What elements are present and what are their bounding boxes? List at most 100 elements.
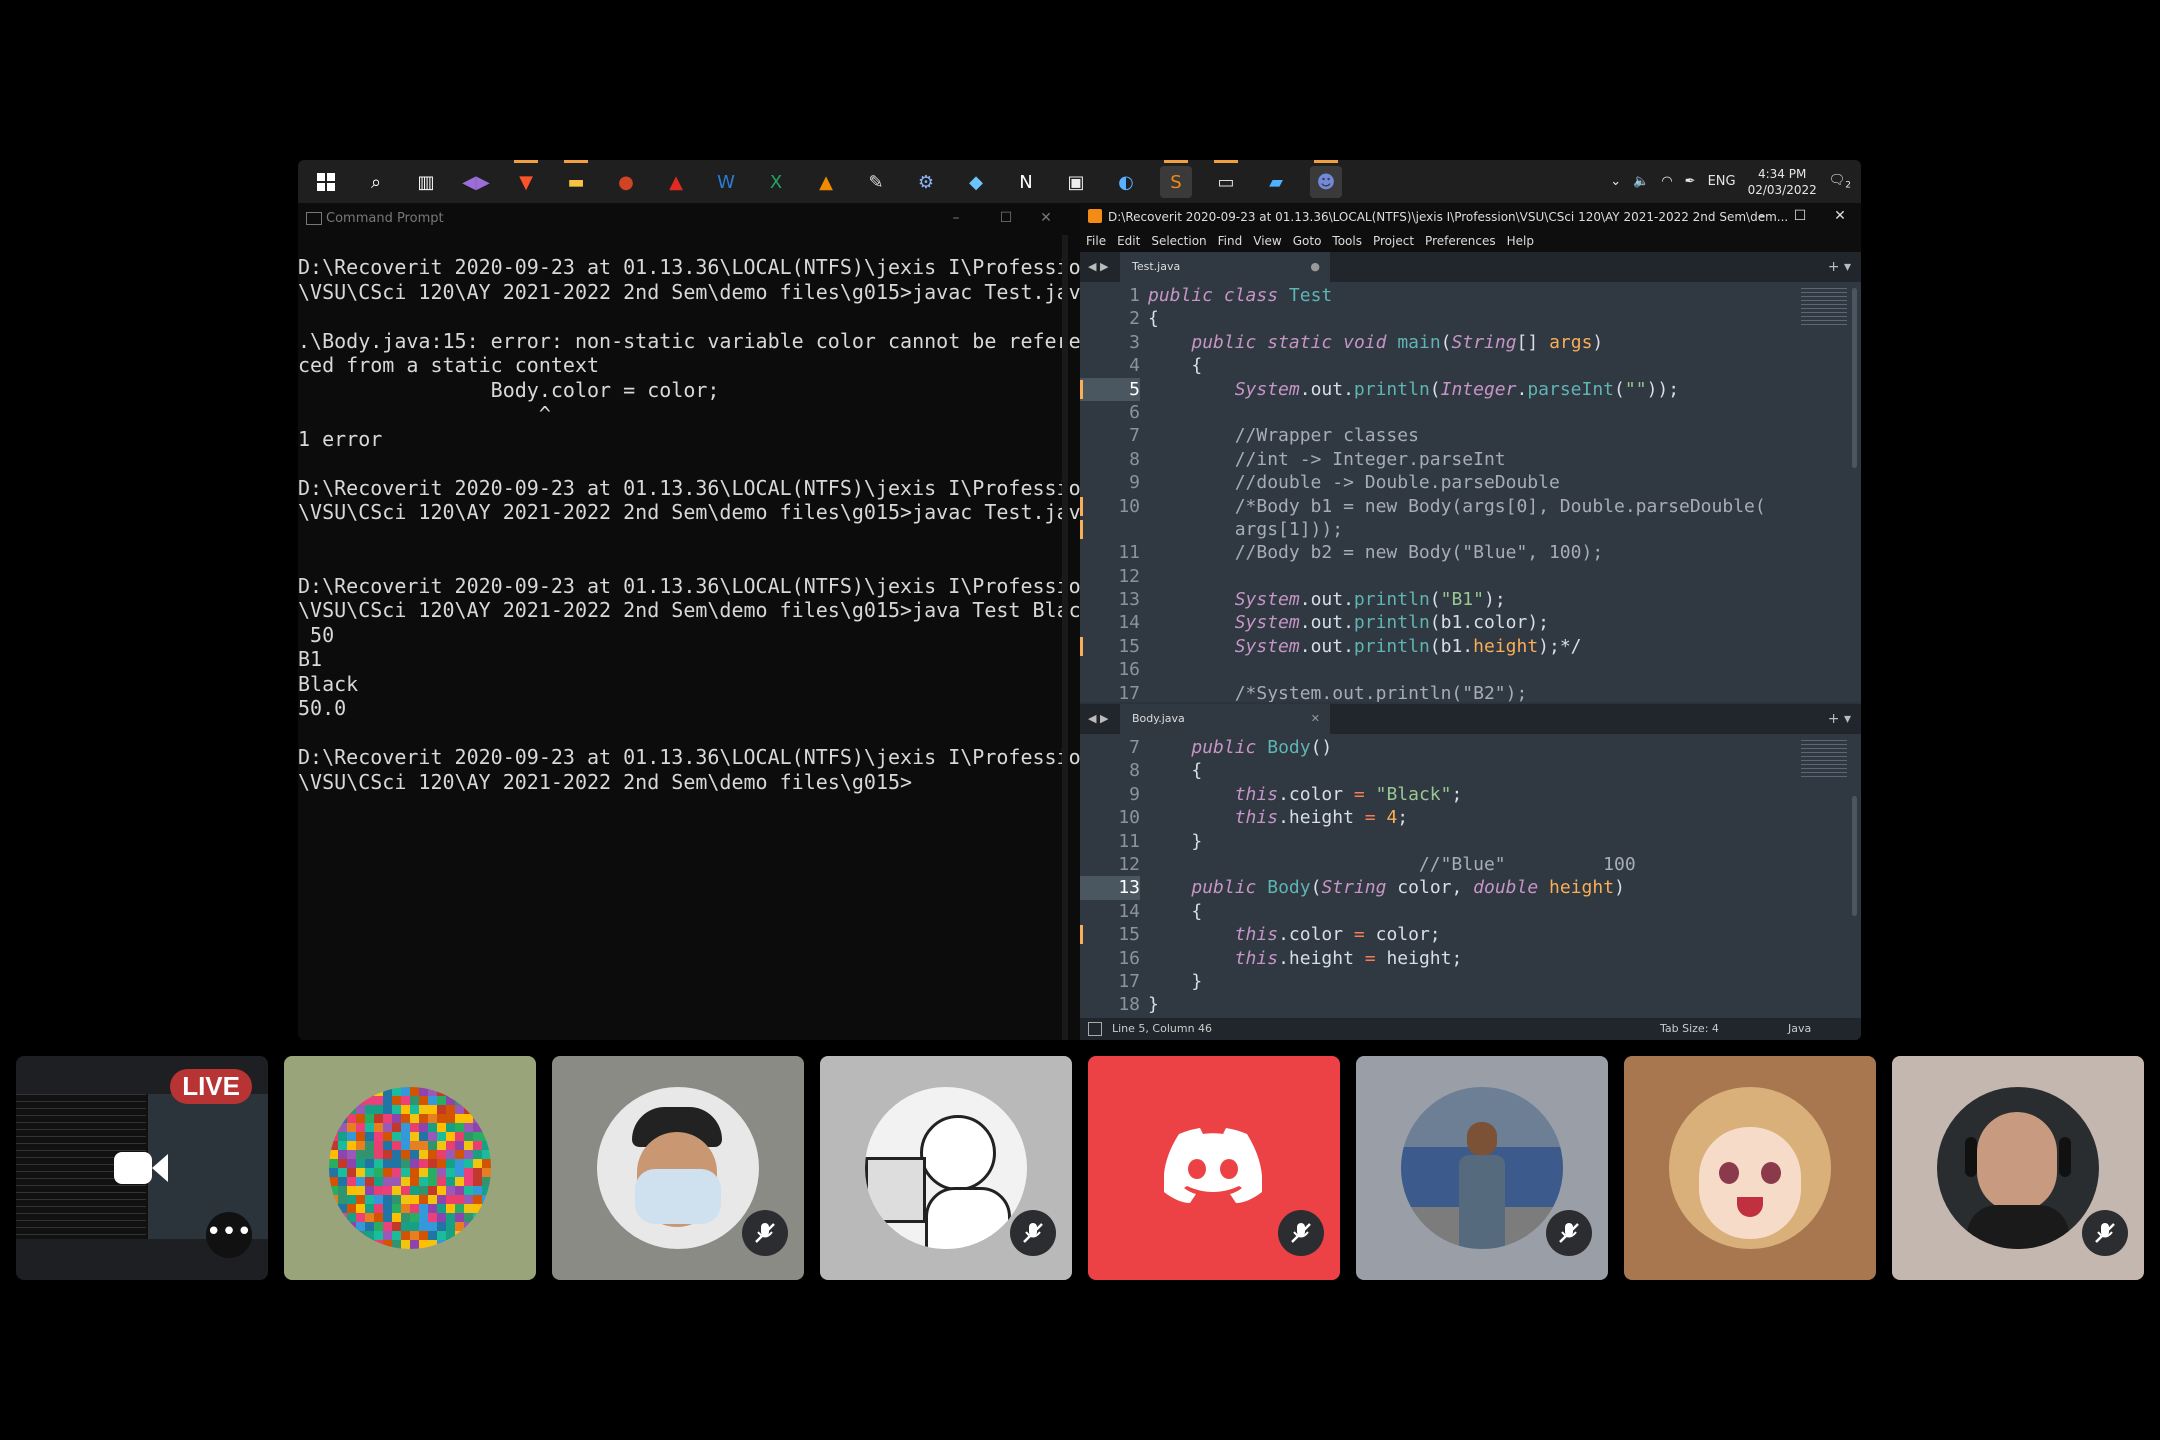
code-line[interactable]: 12 (1080, 565, 1820, 588)
terminal-icon[interactable]: ▭ (1210, 160, 1242, 198)
code-line[interactable]: 17 /*System.out.println("B2"); (1080, 682, 1820, 702)
search-icon[interactable]: ⌕ (360, 166, 392, 198)
brave-icon[interactable]: ▼ (510, 160, 542, 198)
menu-tools[interactable]: Tools (1332, 234, 1362, 248)
menu-help[interactable]: Help (1507, 234, 1534, 248)
sublime-text-window[interactable]: D:\Recoverit 2020-09-23 at 01.13.36\LOCA… (1080, 203, 1861, 1040)
cmd-scrollbar[interactable] (1062, 235, 1068, 1040)
editor-pane-test[interactable]: ◀ ▶ Test.java ● + ▾ 1 public class Test 2{… (1080, 252, 1861, 702)
windows-start-icon[interactable] (310, 166, 342, 198)
code-line[interactable]: 11 //Body b2 = new Body("Blue", 100); (1080, 541, 1820, 564)
cmd-titlebar[interactable]: Command Prompt – ☐ ✕ (298, 203, 1068, 233)
wifi-icon[interactable]: ◠ (1661, 174, 1672, 189)
code-line[interactable]: 2{ (1080, 307, 1820, 330)
minimize-button[interactable]: – (936, 206, 976, 230)
code-line[interactable]: 6 (1080, 401, 1820, 424)
volume-icon[interactable]: 🔈 (1633, 174, 1649, 189)
minimize-button[interactable]: – (1742, 204, 1782, 228)
menu-selection[interactable]: Selection (1151, 234, 1206, 248)
code-line[interactable]: 5 System.out.println(Integer.parseInt(""… (1080, 377, 1820, 401)
code-line[interactable]: 10 /*Body b1 = new Body(args[0], Double.… (1080, 495, 1820, 518)
menu-find[interactable]: Find (1218, 234, 1243, 248)
close-button[interactable]: ✕ (1820, 204, 1860, 228)
code-line[interactable]: 9 //double -> Double.parseDouble (1080, 471, 1820, 494)
code-line[interactable]: 14 { (1080, 900, 1820, 923)
code-line[interactable]: 18} (1080, 993, 1820, 1016)
participant-5-tile[interactable] (1088, 1056, 1340, 1280)
sublime-icon[interactable]: S (1160, 160, 1192, 198)
cmd-output[interactable]: D:\Recoverit 2020-09-23 at 01.13.36\LOCA… (298, 255, 1093, 794)
tab-nav-icon[interactable]: ◀ ▶ (1088, 252, 1108, 282)
close-button[interactable]: ✕ (1026, 206, 1066, 230)
tab-test-java[interactable]: Test.java ● (1120, 252, 1330, 282)
participant-2-tile[interactable] (284, 1056, 536, 1280)
command-prompt-window[interactable]: Command Prompt – ☐ ✕ D:\Recoverit 2020-0… (298, 203, 1093, 1040)
maximize-button[interactable]: ☐ (1780, 204, 1820, 228)
task-view-icon[interactable]: ▥ (410, 166, 442, 198)
acrobat-icon[interactable]: ▲ (660, 166, 692, 198)
participant-6-tile[interactable] (1356, 1056, 1608, 1280)
code-line[interactable]: 13 System.out.println("B1"); (1080, 588, 1820, 611)
language-indicator[interactable]: ENG (1708, 174, 1736, 189)
scrollbar[interactable] (1852, 288, 1857, 468)
participant-3-tile[interactable] (552, 1056, 804, 1280)
code-line[interactable]: 16 this.height = height; (1080, 947, 1820, 970)
participant-8-tile[interactable] (1892, 1056, 2144, 1280)
tab-size[interactable]: Tab Size: 4 (1660, 1022, 1719, 1035)
code-line[interactable]: 8 { (1080, 759, 1820, 782)
video-icon[interactable]: ▰ (1260, 166, 1292, 198)
sticky-notes-icon[interactable]: ✎ (860, 166, 892, 198)
notion-icon[interactable]: N (1010, 166, 1042, 198)
clock[interactable]: 4:34 PM 02/03/2022 (1748, 166, 1817, 198)
word-icon[interactable]: W (710, 166, 742, 198)
code-line[interactable]: 16 (1080, 658, 1820, 681)
code-line[interactable]: 7 public Body() (1080, 736, 1820, 759)
tab-body-java[interactable]: Body.java ✕ (1120, 704, 1330, 734)
participant-7-tile[interactable] (1624, 1056, 1876, 1280)
menu-file[interactable]: File (1086, 234, 1106, 248)
discord-icon[interactable]: ☻ (1310, 160, 1342, 198)
minimap[interactable] (1801, 288, 1847, 328)
code-line[interactable]: 3 public static void main(String[] args) (1080, 331, 1820, 354)
code-line[interactable]: 9 this.color = "Black"; (1080, 783, 1820, 806)
sublime-titlebar[interactable]: D:\Recoverit 2020-09-23 at 01.13.36\LOCA… (1080, 203, 1861, 230)
panel-toggle-icon[interactable] (1088, 1022, 1102, 1036)
menu-project[interactable]: Project (1373, 234, 1414, 248)
code-line[interactable]: 17 } (1080, 970, 1820, 993)
syntax-mode[interactable]: Java (1788, 1022, 1811, 1035)
photos-icon[interactable]: ◆ (960, 166, 992, 198)
pen-icon[interactable]: ✒ (1685, 174, 1696, 189)
code-line[interactable]: 4 { (1080, 354, 1820, 377)
tab-menu-icon[interactable]: + ▾ (1828, 252, 1851, 282)
code-line[interactable]: 1 public class Test (1080, 284, 1820, 307)
editor-pane-body[interactable]: ◀ ▶ Body.java ✕ + ▾ 7 public Body() 8 {9 … (1080, 704, 1861, 1018)
tab-nav-icon[interactable]: ◀ ▶ (1088, 704, 1108, 734)
minimap[interactable] (1801, 740, 1847, 780)
notification-icon[interactable]: 🗨2 (1829, 173, 1851, 191)
code-line[interactable]: 7 //Wrapper classes (1080, 424, 1820, 447)
vlc-icon[interactable]: ▲ (810, 166, 842, 198)
code-line[interactable]: 13 public Body(String color, double heig… (1080, 876, 1820, 900)
menu-view[interactable]: View (1253, 234, 1281, 248)
code-area-test[interactable]: 1 public class Test 2{3 public static void… (1080, 284, 1820, 702)
code-line[interactable]: 15 this.color = color; (1080, 923, 1820, 946)
code-line[interactable]: 10 this.height = 4; (1080, 806, 1820, 829)
stream-preview-tile[interactable]: LIVE ••• (16, 1056, 268, 1280)
file-explorer-icon[interactable]: ▬ (560, 160, 592, 198)
code-line[interactable]: 11 } (1080, 830, 1820, 853)
code-line[interactable]: 12 //"Blue" 100 (1080, 853, 1820, 876)
more-options-icon[interactable]: ••• (206, 1212, 252, 1258)
code-line[interactable]: 14 System.out.println(b1.color); (1080, 611, 1820, 634)
code-area-body[interactable]: 7 public Body() 8 {9 this.color = "Black"… (1080, 736, 1820, 1017)
menu-goto[interactable]: Goto (1293, 234, 1322, 248)
maximize-button[interactable]: ☐ (986, 206, 1026, 230)
code-line[interactable]: 8 //int -> Integer.parseInt (1080, 448, 1820, 471)
menu-edit[interactable]: Edit (1117, 234, 1140, 248)
code-line[interactable]: 15 System.out.println(b1.height);*/ (1080, 635, 1820, 658)
powerpoint-icon[interactable]: ● (610, 166, 642, 198)
tab-menu-icon[interactable]: + ▾ (1828, 704, 1851, 734)
chevron-up-icon[interactable]: ⌄ (1610, 174, 1621, 189)
excel-icon[interactable]: X (760, 166, 792, 198)
image-viewer-icon[interactable]: ▣ (1060, 166, 1092, 198)
settings-icon[interactable]: ⚙ (910, 166, 942, 198)
